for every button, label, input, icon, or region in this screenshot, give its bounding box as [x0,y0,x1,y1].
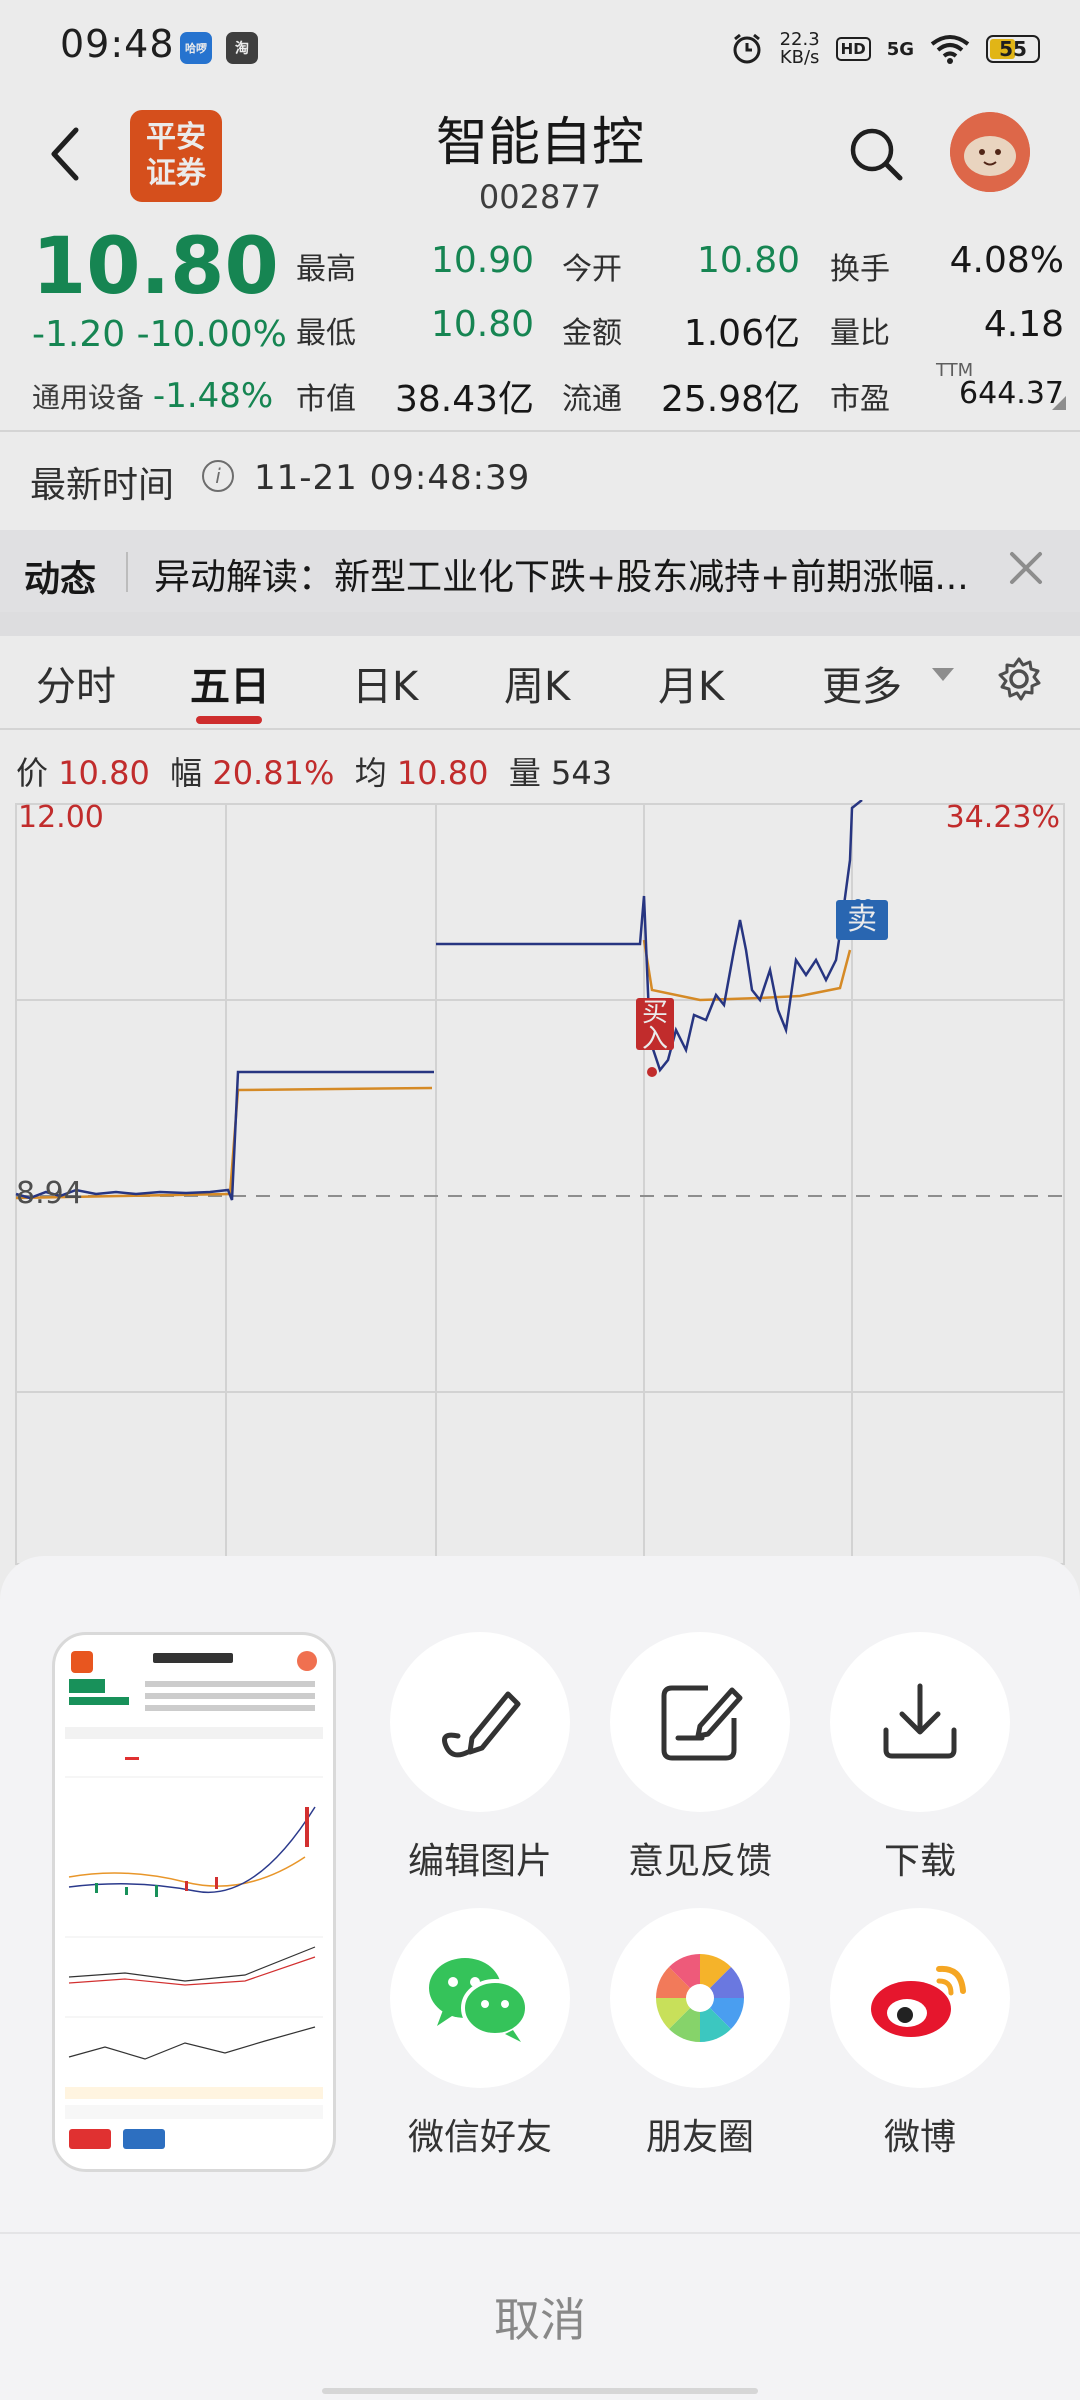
feedback-button[interactable] [610,1632,790,1812]
edit-pen-icon [442,1691,521,1758]
weibo-icon [871,1965,966,2037]
weibo-button[interactable] [830,1908,1010,2088]
moments-button[interactable] [610,1908,790,2088]
screenshot-preview-thumbnail [65,1647,323,2157]
weibo-action[interactable]: 微博 [830,1908,1010,2160]
cancel-button[interactable]: 取消 [0,2284,1080,2350]
wechat-friend-label: 微信好友 [407,2117,552,2158]
wechat-friend-action[interactable]: 微信好友 [390,1908,570,2160]
moments-icon [656,1954,744,2042]
download-action[interactable]: 下载 [830,1632,1010,1884]
moments-label: 朋友圈 [645,2117,754,2158]
feedback-icon [661,1685,743,1761]
preview-image [65,1651,323,2149]
edit-image-action[interactable]: 编辑图片 [390,1632,570,1884]
moments-action[interactable]: 朋友圈 [610,1908,790,2160]
feedback-label: 意见反馈 [627,1841,772,1882]
feedback-action[interactable]: 意见反馈 [610,1632,790,1884]
weibo-label: 微博 [883,2117,956,2158]
wechat-icon [429,1958,529,2042]
screenshot-preview[interactable] [52,1632,336,2172]
download-label: 下载 [883,1841,956,1882]
home-indicator[interactable] [322,2388,758,2394]
wechat-friend-button[interactable] [390,1908,570,2088]
edit-image-label: 编辑图片 [407,1841,552,1882]
download-button[interactable] [830,1632,1010,1812]
edit-image-button[interactable] [390,1632,570,1812]
download-icon [883,1683,957,1759]
